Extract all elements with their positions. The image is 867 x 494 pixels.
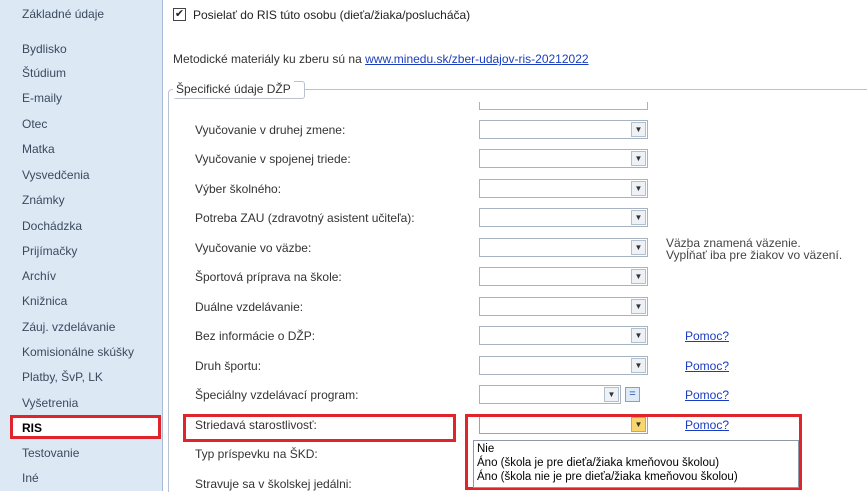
combo-vyucovanie-vo-vazbe[interactable]: ▼ xyxy=(479,238,648,257)
send-to-ris-checkbox[interactable]: ✔ xyxy=(173,8,186,22)
sidebar-item-otec[interactable]: Otec xyxy=(22,114,47,134)
sidebar-item-ine[interactable]: Iné xyxy=(22,468,39,488)
main-panel: ✔ Posielať do RIS túto osobu (dieťa/žiaka… xyxy=(163,0,867,492)
combo-druha-zmena[interactable]: ▼ xyxy=(479,120,648,139)
scrolled-combo[interactable] xyxy=(479,102,648,110)
chevron-down-icon[interactable]: ▼ xyxy=(631,328,646,343)
sidebar-item-znamky[interactable]: Známky xyxy=(22,190,65,210)
chevron-down-icon[interactable]: ▼ xyxy=(631,299,646,314)
combo-spojena-trieda[interactable]: ▼ xyxy=(479,149,648,168)
sidebar-item-archiv[interactable]: Archív xyxy=(22,266,56,286)
sidebar-item-kniznica[interactable]: Knižnica xyxy=(22,291,67,311)
chevron-down-icon[interactable]: ▼ xyxy=(631,240,646,255)
sidebar-item-matka[interactable]: Matka xyxy=(22,139,55,159)
row-label-bez-informacie: Bez informácie o DŽP: xyxy=(195,329,316,343)
program-picker-button[interactable]: = xyxy=(625,387,640,402)
sidebar-item-platby[interactable]: Platby, ŠvP, LK xyxy=(22,367,103,387)
label-highlight-box xyxy=(183,414,456,442)
chevron-down-icon[interactable]: ▼ xyxy=(631,358,646,373)
combo-vyber-skolneho[interactable]: ▼ xyxy=(479,179,648,198)
sidebar-item-ris[interactable]: RIS xyxy=(22,418,42,438)
help-link-specialny-program[interactable]: Pomoc? xyxy=(685,386,729,404)
row-label-spojena-trieda: Vyučovanie v spojenej triede: xyxy=(195,152,351,166)
sidebar-item-zakladne-udaje[interactable]: Základné údaje xyxy=(22,4,104,24)
help-link-druh-sportu[interactable]: Pomoc? xyxy=(685,357,729,375)
chevron-down-icon[interactable]: ▼ xyxy=(631,122,646,137)
row-label-potreba-zau: Potreba ZAU (zdravotný asistent učiteľa)… xyxy=(195,211,415,225)
row-label-druha-zmena: Vyučovanie v druhej zmene: xyxy=(195,123,346,137)
combo-potreba-zau[interactable]: ▼ xyxy=(479,208,648,227)
chevron-down-icon[interactable]: ▼ xyxy=(631,151,646,166)
methodology-text: Metodické materiály ku zberu sú na xyxy=(173,52,362,66)
dropdown-option-ano-kmenova[interactable]: Áno (škola je pre dieťa/žiaka kmeňovou š… xyxy=(477,457,719,470)
row-label-sportova-priprava: Športová príprava na škole: xyxy=(195,270,342,284)
sidebar-item-bydlisko[interactable]: Bydlisko xyxy=(22,39,67,59)
chevron-down-icon[interactable]: ▼ xyxy=(604,387,619,402)
row-label-vyber-skolneho: Výber školného: xyxy=(195,182,282,196)
methodology-link[interactable]: www.minedu.sk/zber-udajov-ris-20212022 xyxy=(365,52,588,66)
row-label-dualne-vzdelavanie: Duálne vzdelávanie: xyxy=(195,300,304,314)
help-link-bez-informacie[interactable]: Pomoc? xyxy=(685,327,729,345)
sidebar-item-vysetrenia[interactable]: Vyšetrenia xyxy=(22,393,78,413)
sidebar-item-e-maily[interactable]: E-maily xyxy=(22,88,62,108)
row-label-specialny-program: Špeciálny vzdelávací program: xyxy=(195,388,359,402)
sidebar: Základné údaje Bydlisko Štúdium E-maily … xyxy=(0,0,163,491)
sidebar-item-dochadzka[interactable]: Dochádzka xyxy=(22,216,82,236)
row-label-druh-sportu: Druh športu: xyxy=(195,359,262,373)
sidebar-item-komisionalne-skusky[interactable]: Komisionálne skúšky xyxy=(22,342,134,362)
send-to-ris-row[interactable]: ✔ Posielať do RIS túto osobu (dieťa/žiaka… xyxy=(173,6,470,24)
combo-bez-informacie[interactable]: ▼ xyxy=(479,326,648,345)
row-label-stravuje-sa: Stravuje sa v školskej jedálni: xyxy=(195,477,352,491)
chevron-down-icon[interactable]: ▼ xyxy=(631,181,646,196)
custody-note-line-2: Vypĺňať iba pre žiakov vo väzení. xyxy=(666,248,843,262)
sidebar-item-vysvedcenia[interactable]: Vysvedčenia xyxy=(22,165,90,185)
custody-note: Väzba znamená väzenie. Vypĺňať iba pre ž… xyxy=(666,237,866,261)
combo-specialny-program[interactable]: ▼ xyxy=(479,385,621,404)
send-to-ris-label: Posielať do RIS túto osobu (dieťa/žiaka/… xyxy=(193,8,471,22)
sidebar-item-studium[interactable]: Štúdium xyxy=(22,63,66,83)
group-title: Špecifické údaje DŽP xyxy=(173,80,294,98)
row-label-typ-prispevku: Typ príspevku na ŠKD: xyxy=(195,447,318,461)
sidebar-item-zauj-vzdelavanie[interactable]: Záuj. vzdelávanie xyxy=(22,317,115,337)
row-label-vyucovanie-vo-vazbe: Vyučovanie vo väzbe: xyxy=(195,241,312,255)
dropdown-option-nie[interactable]: Nie xyxy=(477,443,494,456)
dropdown-options-list: Nie Áno (škola je pre dieťa/žiaka kmeňov… xyxy=(473,440,799,488)
combo-druh-sportu[interactable]: ▼ xyxy=(479,356,648,375)
combo-sportova-priprava[interactable]: ▼ xyxy=(479,267,648,286)
chevron-down-icon[interactable]: ▼ xyxy=(631,269,646,284)
sidebar-item-testovanie[interactable]: Testovanie xyxy=(22,443,79,463)
methodology-row: Metodické materiály ku zberu sú na www.m… xyxy=(173,50,589,68)
chevron-down-icon[interactable]: ▼ xyxy=(631,210,646,225)
dropdown-option-ano-nie-kmenova[interactable]: Áno (škola nie je pre dieťa/žiaka kmeňov… xyxy=(477,471,738,484)
combo-dualne-vzdelavanie[interactable]: ▼ xyxy=(479,297,648,316)
sidebar-item-prijimacky[interactable]: Prijímačky xyxy=(22,241,77,261)
